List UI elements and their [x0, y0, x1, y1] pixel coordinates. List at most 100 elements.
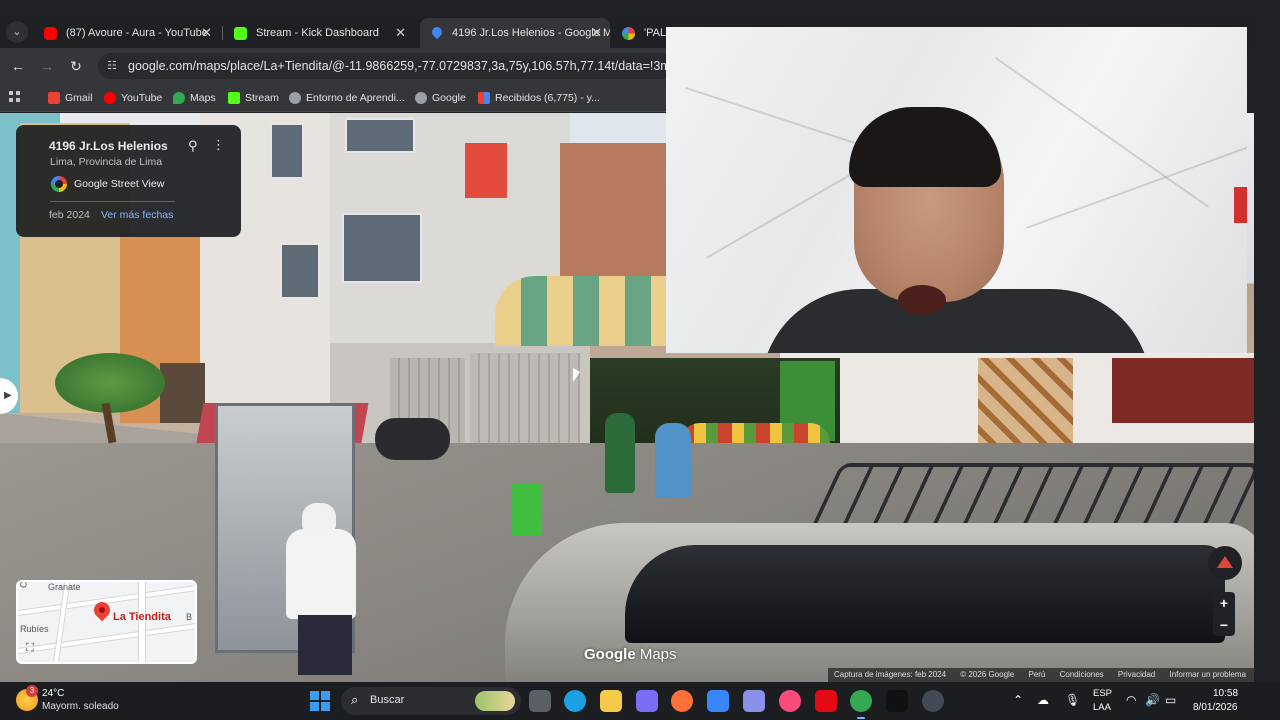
- copilot-icon[interactable]: [636, 690, 658, 712]
- bookmark-gmail[interactable]: Gmail: [48, 90, 92, 106]
- folder-icon[interactable]: [600, 690, 622, 712]
- wifi-icon[interactable]: ◠: [1126, 693, 1136, 707]
- map-label: Cristal: [18, 582, 32, 589]
- kick-icon: [228, 92, 240, 104]
- firefox-icon[interactable]: [671, 690, 693, 712]
- edge-icon[interactable]: [564, 690, 586, 712]
- recorder-icon[interactable]: [922, 690, 944, 712]
- country-link[interactable]: Perú: [1028, 670, 1045, 679]
- map-label: Rubíes: [20, 624, 49, 634]
- capture-text: Captura de imágenes: feb 2024: [834, 670, 947, 679]
- chrome-icon[interactable]: [850, 690, 872, 712]
- bookmark-recibidos[interactable]: Recibidos (6,775) - y...: [478, 90, 600, 106]
- minimap[interactable]: Granate Rubíes Cristal B La Tiendita ⛶: [16, 580, 197, 664]
- bookmark-maps[interactable]: Maps: [173, 90, 216, 106]
- music-icon[interactable]: [779, 690, 801, 712]
- tab-kick[interactable]: Stream - Kick Dashboard ✕: [224, 18, 414, 48]
- marble-vein: [1026, 138, 1247, 229]
- tab-label: Stream - Kick Dashboard: [256, 27, 379, 39]
- shop-awning: [495, 276, 666, 346]
- file-explorer-icon[interactable]: [529, 690, 551, 712]
- snip-icon[interactable]: [743, 690, 765, 712]
- skirt: [298, 615, 352, 675]
- marble-vein: [994, 57, 1209, 208]
- microphone-icon[interactable]: 🎙: [1065, 693, 1080, 707]
- windows-start-icon[interactable]: [310, 691, 330, 711]
- clock-time[interactable]: 10:58: [1213, 688, 1238, 699]
- more-dates-link[interactable]: Ver más fechas: [101, 209, 173, 221]
- apps-grid-icon[interactable]: [9, 91, 22, 104]
- reload-icon[interactable]: ↻: [67, 57, 85, 75]
- youtube-icon: [104, 92, 116, 104]
- more-vert-icon[interactable]: ⋮: [212, 138, 225, 151]
- language-indicator[interactable]: ESP: [1093, 688, 1112, 699]
- window: [280, 243, 320, 299]
- clock-date[interactable]: 8/01/2026: [1193, 702, 1238, 713]
- expand-icon[interactable]: ⛶: [26, 642, 34, 655]
- site-info-icon[interactable]: ☷: [107, 59, 121, 73]
- zoom-out-button[interactable]: −: [1213, 614, 1235, 636]
- webcam-overlay: [666, 27, 1247, 353]
- kick-icon: [234, 27, 247, 40]
- report-link[interactable]: Informar un problema: [1169, 670, 1245, 679]
- mouse-cursor: [573, 368, 580, 382]
- tab-youtube[interactable]: (87) Avoure - Aura - YouTube ✕: [34, 18, 220, 48]
- building: [1112, 358, 1254, 423]
- map-label: B: [186, 612, 193, 622]
- bookmark-label: Gmail: [65, 92, 93, 104]
- privacy-link[interactable]: Privacidad: [1118, 670, 1155, 679]
- bookmark-entorno[interactable]: Entorno de Aprendi...: [289, 90, 405, 106]
- search-icon: ⌕: [351, 692, 359, 707]
- tab-search-icon[interactable]: ⌄: [6, 21, 28, 43]
- bookmark-google[interactable]: Google: [415, 90, 466, 106]
- minimap-place-label: La Tiendita: [113, 611, 171, 623]
- shirt: [286, 529, 356, 619]
- maps-pin-icon: [173, 92, 185, 104]
- close-icon[interactable]: ✕: [395, 18, 406, 48]
- bookmark-youtube[interactable]: YouTube: [104, 90, 162, 106]
- location-pin-icon[interactable]: ⚲: [188, 138, 198, 154]
- taskbar-search[interactable]: ⌕ Buscar: [341, 687, 521, 715]
- onedrive-cloud-icon[interactable]: ☁: [1037, 693, 1049, 707]
- compass-icon[interactable]: [1208, 546, 1242, 580]
- netflix-icon[interactable]: [815, 690, 837, 712]
- google-maps-logo: Google Maps: [584, 646, 677, 663]
- google-icon: [622, 27, 635, 40]
- weather-temperature[interactable]: 24°C: [42, 688, 64, 699]
- tray-chevron-up-icon[interactable]: ⌃: [1013, 693, 1023, 707]
- gate: [160, 363, 205, 423]
- weather-description[interactable]: Mayorm. soleado: [42, 701, 119, 712]
- tab-maps[interactable]: 4196 Jr.Los Helenios - Google M ✕: [420, 18, 610, 48]
- bookmark-label: Entorno de Aprendi...: [306, 92, 405, 104]
- close-icon[interactable]: ✕: [201, 18, 212, 48]
- location-card: 4196 Jr.Los Helenios Lima, Provincia de …: [16, 125, 241, 237]
- logo-google-text: Google: [584, 646, 636, 663]
- search-placeholder: Buscar: [370, 694, 405, 706]
- google-icon: [51, 176, 67, 192]
- keyboard-layout[interactable]: LAA: [1093, 702, 1111, 713]
- map-label: Granate: [48, 582, 81, 592]
- gmail-icon: [478, 92, 490, 104]
- volume-icon[interactable]: 🔊: [1145, 693, 1160, 707]
- zoom-in-button[interactable]: +: [1213, 592, 1235, 614]
- search-highlight-image: [475, 691, 515, 711]
- terms-link[interactable]: Condiciones: [1060, 670, 1104, 679]
- logo-maps-text: Maps: [639, 646, 677, 663]
- screen: ⌄ (87) Avoure - Aura - YouTube ✕ Stream …: [0, 0, 1280, 720]
- forward-arrow-icon[interactable]: →: [38, 57, 56, 75]
- battery-icon[interactable]: ▭: [1165, 693, 1176, 707]
- bookmark-stream[interactable]: Stream: [228, 90, 279, 106]
- street-view-source: Google Street View: [74, 178, 165, 190]
- window: [270, 123, 304, 179]
- address-bar[interactable]: ☷ google.com/maps/place/La+Tiendita/@-11…: [98, 53, 678, 79]
- map-road: [50, 582, 72, 662]
- store-icon[interactable]: [707, 690, 729, 712]
- close-icon[interactable]: ✕: [591, 18, 602, 48]
- streamer-mouth: [898, 285, 946, 315]
- back-arrow-icon[interactable]: ←: [9, 57, 27, 75]
- tab-google[interactable]: 'PALM: [612, 18, 672, 48]
- tiktok-icon[interactable]: [886, 690, 908, 712]
- url-text: google.com/maps/place/La+Tiendita/@-11.9…: [128, 59, 678, 73]
- bookmarks-bar: Gmail YouTube Maps Stream Entorno de Apr…: [0, 84, 666, 112]
- streamer-hair: [849, 107, 1001, 187]
